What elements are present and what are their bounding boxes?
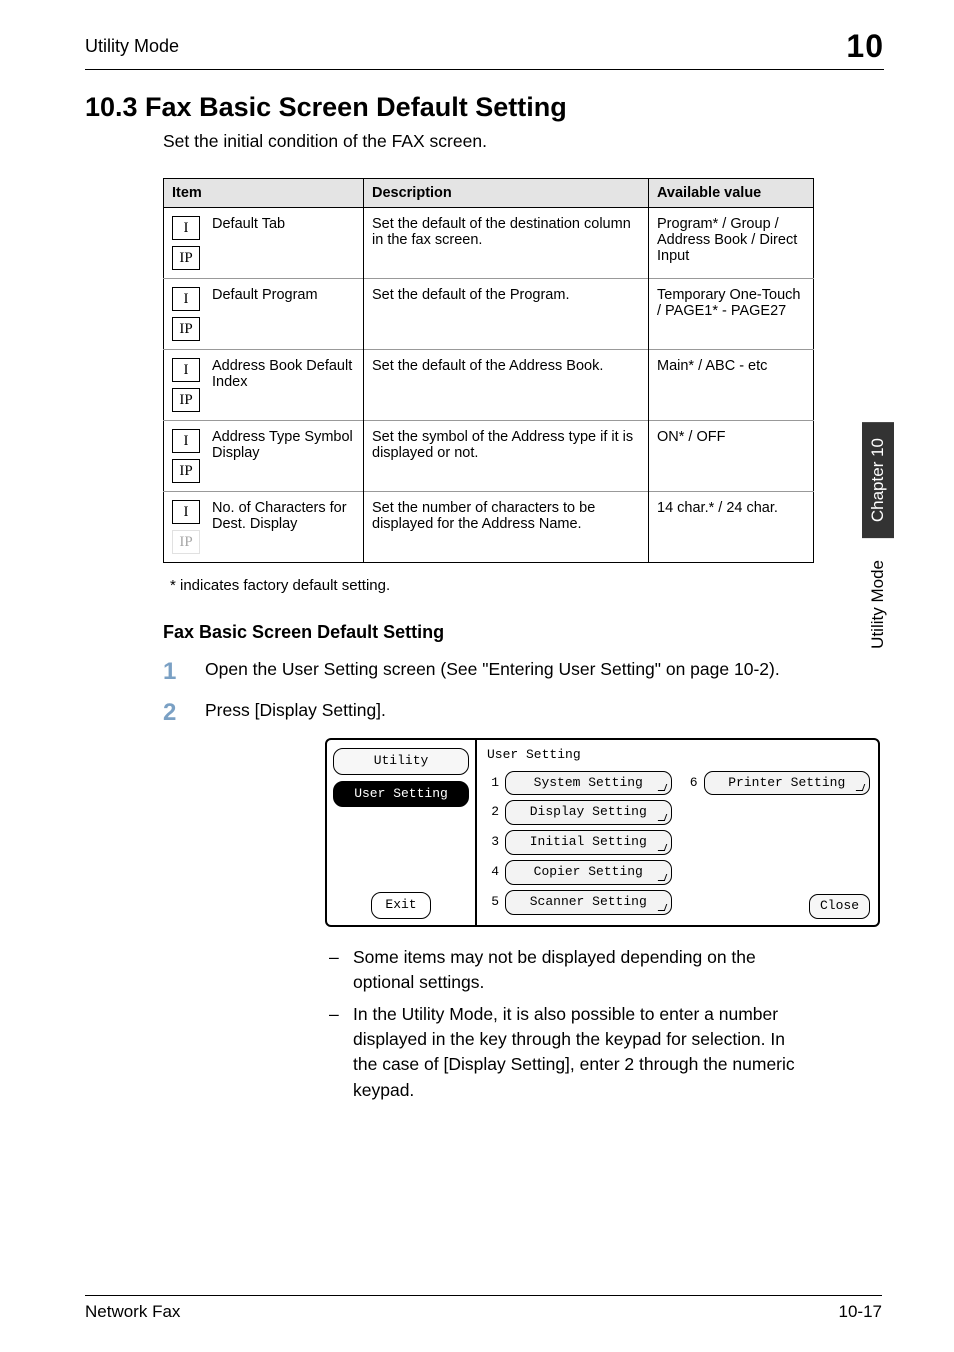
mode-icon-ip: IP	[172, 246, 200, 270]
option-initial-setting[interactable]: Initial Setting	[505, 830, 672, 855]
footer-rule	[85, 1295, 882, 1296]
option-copier-setting[interactable]: Copier Setting	[505, 860, 672, 885]
item-label: Address Type Symbol Display	[212, 429, 355, 461]
th-available: Available value	[649, 179, 814, 208]
sidebar-exit-button[interactable]: Exit	[371, 892, 431, 919]
option-number: 2	[485, 803, 499, 822]
step-2-text: Press [Display Setting].	[205, 700, 386, 720]
option-display-setting[interactable]: Display Setting	[505, 800, 672, 825]
mode-icon-i: I	[172, 216, 200, 240]
mode-icons: I IP	[172, 287, 200, 341]
item-available: Program* / Group / Address Book / Direct…	[649, 208, 814, 279]
side-tab-utility: Utility Mode	[866, 546, 890, 663]
item-description: Set the default of the Address Book.	[364, 350, 649, 421]
mode-icon-ip: IP	[172, 388, 200, 412]
item-available: ON* / OFF	[649, 421, 814, 492]
option-number: 5	[485, 893, 499, 912]
screen-mock: Utility User Setting Exit User Setting 1…	[325, 738, 880, 927]
step-2: Press [Display Setting]. Utility User Se…	[163, 698, 814, 1103]
table-row: I IP Default Program Set the default of …	[164, 279, 814, 350]
side-tab: Chapter 10 Utility Mode	[862, 422, 894, 663]
mode-icon-i: I	[172, 287, 200, 311]
item-label: Default Tab	[212, 216, 285, 232]
screen-title: User Setting	[487, 746, 870, 765]
item-description: Set the default of the destination colum…	[364, 208, 649, 279]
running-head-chapter-number: 10	[846, 28, 884, 65]
mode-icons: I IP	[172, 216, 200, 270]
subheading: Fax Basic Screen Default Setting	[163, 622, 814, 643]
footnote: * indicates factory default setting.	[170, 577, 814, 594]
mode-icons: I IP	[172, 429, 200, 483]
mode-icon-i: I	[172, 429, 200, 453]
section-intro: Set the initial condition of the FAX scr…	[163, 131, 814, 152]
option-number: 1	[485, 774, 499, 793]
th-description: Description	[364, 179, 649, 208]
item-description: Set the symbol of the Address type if it…	[364, 421, 649, 492]
item-available: Main* / ABC - etc	[649, 350, 814, 421]
option-number: 3	[485, 833, 499, 852]
table-row: I IP Address Book Default Index Set the …	[164, 350, 814, 421]
item-available: 14 char.* / 24 char.	[649, 492, 814, 563]
option-scanner-setting[interactable]: Scanner Setting	[505, 890, 672, 915]
th-item: Item	[164, 179, 364, 208]
sidebar-user-setting-chip[interactable]: User Setting	[333, 781, 469, 808]
footer-right: 10-17	[839, 1302, 882, 1322]
mode-icon-i: I	[172, 358, 200, 382]
running-head-text: Utility Mode	[85, 36, 179, 57]
option-system-setting[interactable]: System Setting	[505, 771, 672, 796]
note-1: Some items may not be displayed dependin…	[325, 945, 814, 996]
table-row: I IP Default Tab Set the default of the …	[164, 208, 814, 279]
screen-sidebar: Utility User Setting Exit	[327, 740, 477, 925]
option-number: 6	[684, 774, 698, 793]
mode-icon-ip: IP	[172, 530, 200, 554]
mode-icon-ip: IP	[172, 459, 200, 483]
side-tab-chapter: Chapter 10	[862, 422, 894, 538]
mode-icon-i: I	[172, 500, 200, 524]
item-label: No. of Characters for Dest. Display	[212, 500, 355, 532]
step-1: Open the User Setting screen (See "Enter…	[163, 657, 814, 682]
mode-icons: I IP	[172, 358, 200, 412]
option-printer-setting[interactable]: Printer Setting	[704, 771, 871, 796]
item-description: Set the default of the Program.	[364, 279, 649, 350]
table-row: I IP No. of Characters for Dest. Display…	[164, 492, 814, 563]
section-title: 10.3 Fax Basic Screen Default Setting	[85, 92, 814, 123]
settings-table: Item Description Available value I IP De…	[163, 178, 814, 563]
item-description: Set the number of characters to be displ…	[364, 492, 649, 563]
item-label: Address Book Default Index	[212, 358, 355, 390]
item-label: Default Program	[212, 287, 318, 303]
footer-left: Network Fax	[85, 1302, 180, 1322]
header-rule	[85, 69, 884, 70]
table-row: I IP Address Type Symbol Display Set the…	[164, 421, 814, 492]
item-available: Temporary One-Touch / PAGE1* - PAGE27	[649, 279, 814, 350]
option-number: 4	[485, 863, 499, 882]
mode-icon-ip: IP	[172, 317, 200, 341]
mode-icons: I IP	[172, 500, 200, 554]
sidebar-utility-chip[interactable]: Utility	[333, 748, 469, 775]
note-2: In the Utility Mode, it is also possible…	[325, 1002, 814, 1104]
screen-close-button[interactable]: Close	[809, 894, 870, 919]
